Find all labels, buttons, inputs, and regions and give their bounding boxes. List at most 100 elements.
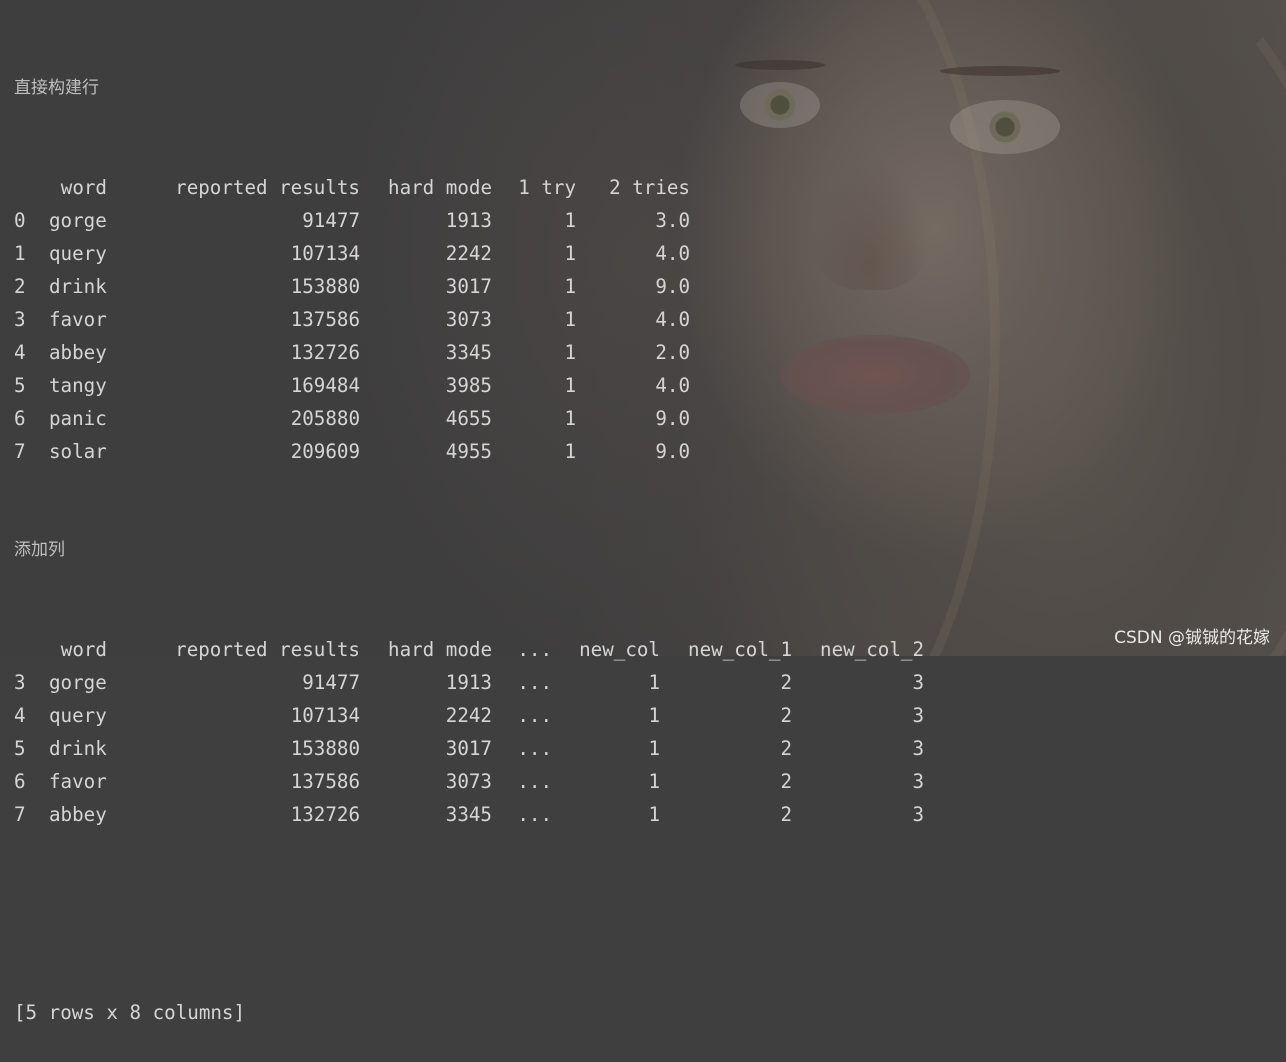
table-row: 1 query 107134 2242 1 4.0: [14, 237, 924, 270]
table-cell: 3017: [445, 275, 492, 298]
table-cell: ...: [517, 671, 552, 694]
column-header: new_col: [579, 638, 660, 661]
summary-line: [5 rows x 8 columns]: [14, 1001, 246, 1024]
column-header: 1 try: [518, 176, 576, 199]
console-output: 直接构建行 word reported results hard mode 1 try…: [14, 6, 924, 1062]
column-header: hard mode: [388, 638, 492, 661]
table-cell: 3073: [445, 308, 492, 331]
table-cell: 205880: [290, 407, 360, 430]
table-cell: 4.0: [655, 374, 690, 397]
table-cell: 3: [912, 770, 924, 793]
section-title-build-rows: 直接构建行: [14, 78, 99, 98]
table-cell: 2242: [445, 242, 492, 265]
column-header: reported results: [175, 176, 360, 199]
table-row: 3 favor 137586 3073 1 4.0: [14, 303, 924, 336]
table-cell: favor: [49, 770, 107, 793]
table-cell: 1: [14, 242, 26, 265]
table-cell: query: [49, 242, 107, 265]
column-header: 2 tries: [609, 176, 690, 199]
table-cell: 107134: [290, 704, 360, 727]
table-row: 4 abbey 132726 3345 1 2.0: [14, 336, 924, 369]
table-cell: tangy: [49, 374, 107, 397]
table-cell: 91477: [302, 671, 360, 694]
table-cell: ...: [517, 704, 552, 727]
table-cell: 1: [648, 770, 660, 793]
table-cell: 5: [14, 737, 26, 760]
table-cell: 1: [564, 275, 576, 298]
table-cell: 107134: [290, 242, 360, 265]
table-row: 6 favor 137586 3073... 1 2 3: [14, 765, 924, 798]
column-header: word: [60, 638, 107, 661]
table-cell: 1: [564, 407, 576, 430]
table-cell: 169484: [290, 374, 360, 397]
table-cell: 132726: [290, 803, 360, 826]
table-cell: 1: [564, 242, 576, 265]
table-cell: drink: [49, 275, 107, 298]
table-cell: 3.0: [655, 209, 690, 232]
table-cell: 153880: [290, 275, 360, 298]
table-cell: 1: [564, 440, 576, 463]
table-cell: 6: [14, 407, 26, 430]
table-cell: 2: [14, 275, 26, 298]
table-row: 2 drink 153880 3017 1 9.0: [14, 270, 924, 303]
table-cell: 3345: [445, 341, 492, 364]
column-header: new_col_2: [820, 638, 924, 661]
table-cell: 3073: [445, 770, 492, 793]
dataframe-table-2: word reported results hard mode... new_col n…: [14, 633, 924, 831]
table-cell: 91477: [302, 209, 360, 232]
table-cell: 4: [14, 341, 26, 364]
table-cell: 3: [912, 737, 924, 760]
table-cell: drink: [49, 737, 107, 760]
column-header: ...: [517, 638, 552, 661]
table-cell: 1913: [445, 209, 492, 232]
table-cell: 1913: [445, 671, 492, 694]
table-cell: gorge: [49, 671, 107, 694]
table-cell: 7: [14, 803, 26, 826]
column-header: new_col_1: [688, 638, 792, 661]
table-cell: 6: [14, 770, 26, 793]
table-cell: 137586: [290, 770, 360, 793]
table-cell: gorge: [49, 209, 107, 232]
table-header: word reported results hard mode 1 try 2 trie…: [14, 171, 924, 204]
table-row: 0 gorge 91477 1913 1 3.0: [14, 204, 924, 237]
table-cell: 1: [648, 704, 660, 727]
column-header: reported results: [175, 638, 360, 661]
table-cell: ...: [517, 770, 552, 793]
section-title-add-columns: 添加列: [14, 540, 65, 560]
table-cell: abbey: [49, 803, 107, 826]
table-header: word reported results hard mode... new_col n…: [14, 633, 924, 666]
table-cell: solar: [49, 440, 107, 463]
table-row: 6 panic 205880 4655 1 9.0: [14, 402, 924, 435]
column-header: word: [60, 176, 107, 199]
table-cell: 3: [14, 308, 26, 331]
table-cell: query: [49, 704, 107, 727]
table-cell: 3345: [445, 803, 492, 826]
table-cell: 1: [648, 671, 660, 694]
table-cell: 9.0: [655, 275, 690, 298]
table-cell: 3985: [445, 374, 492, 397]
table-cell: 4.0: [655, 308, 690, 331]
table-cell: 137586: [290, 308, 360, 331]
table-cell: 209609: [290, 440, 360, 463]
column-header: hard mode: [388, 176, 492, 199]
table-cell: 153880: [290, 737, 360, 760]
table-cell: 3: [912, 671, 924, 694]
table-row: 5 drink 153880 3017... 1 2 3: [14, 732, 924, 765]
table-cell: 1: [648, 803, 660, 826]
table-cell: 5: [14, 374, 26, 397]
table-row: 3 gorge 91477 1913... 1 2 3: [14, 666, 924, 699]
table-cell: 7: [14, 440, 26, 463]
table-cell: 1: [648, 737, 660, 760]
dataframe-table-1: word reported results hard mode 1 try 2 trie…: [14, 171, 924, 468]
table-cell: 3: [14, 671, 26, 694]
table-cell: 1: [564, 209, 576, 232]
table-cell: favor: [49, 308, 107, 331]
table-cell: 3017: [445, 737, 492, 760]
table-cell: 1: [564, 341, 576, 364]
csdn-watermark: CSDN @铖铖的花嫁: [1114, 628, 1270, 648]
table-cell: ...: [517, 803, 552, 826]
table-cell: 2242: [445, 704, 492, 727]
table-cell: 3: [912, 803, 924, 826]
table-cell: abbey: [49, 341, 107, 364]
